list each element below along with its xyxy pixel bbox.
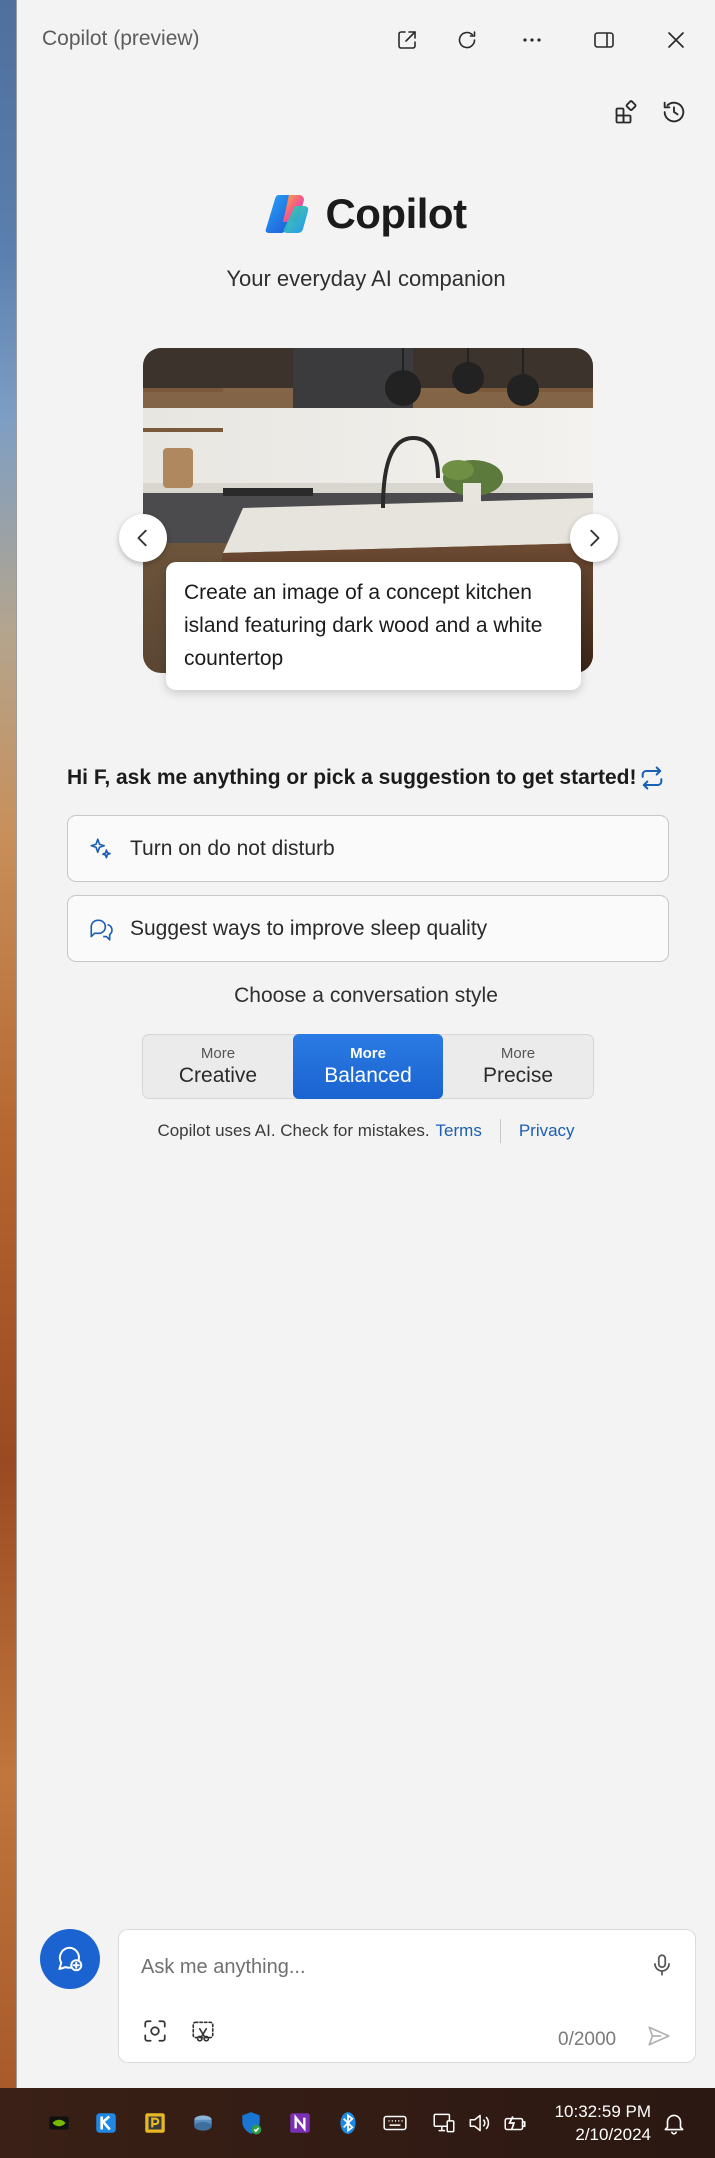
onenote-tray-button[interactable] <box>283 2106 317 2140</box>
refresh-button[interactable] <box>447 20 487 60</box>
p-app-tray-button[interactable] <box>138 2106 172 2140</box>
window-title: Copilot (preview) <box>42 27 200 50</box>
network-icon <box>433 2113 455 2133</box>
more-options-icon <box>523 38 541 42</box>
visual-search-button[interactable] <box>137 2013 173 2049</box>
keyboard-tray-button[interactable] <box>378 2106 412 2140</box>
nvidia-icon <box>49 2116 69 2130</box>
close-icon <box>668 32 684 48</box>
terms-link[interactable]: Terms <box>436 1121 482 1141</box>
bell-icon <box>664 2114 684 2135</box>
microphone-icon <box>654 1954 670 1976</box>
k-app-icon <box>96 2113 116 2133</box>
conversation-style-heading: Choose a conversation style <box>234 984 498 1007</box>
style-option-large: Precise <box>482 1063 554 1087</box>
disclaimer: Copilot uses AI. Check for mistakes. Ter… <box>17 1119 715 1143</box>
refresh-suggestions-icon <box>641 766 663 790</box>
open-in-new-window-icon <box>398 31 416 49</box>
carousel-prev-button[interactable] <box>119 514 167 562</box>
chat-input[interactable] <box>141 1950 621 1984</box>
conversation-style-selector: More Creative More Balanced More Precise <box>142 1034 594 1099</box>
copilot-pane: Copilot (preview) Copilot Your everyday … <box>17 0 715 2088</box>
refresh-suggestions-button[interactable] <box>634 760 670 796</box>
dock-sidebar-icon <box>594 32 614 48</box>
p-app-icon <box>145 2113 165 2133</box>
style-balanced-button[interactable]: More Balanced <box>293 1034 443 1099</box>
brand-name: Copilot <box>325 190 467 237</box>
style-precise-button[interactable]: More Precise <box>443 1035 593 1098</box>
carousel-next-button[interactable] <box>570 514 618 562</box>
volume-tray-button[interactable] <box>462 2106 496 2140</box>
send-button[interactable] <box>641 2018 677 2054</box>
style-option-small: More <box>500 1044 536 1062</box>
refresh-icon <box>458 31 476 49</box>
battery-icon <box>504 2116 526 2131</box>
suggestion-chip[interactable]: Suggest ways to improve sleep quality <box>67 895 669 962</box>
network-tray-button[interactable] <box>427 2106 461 2140</box>
carousel-caption[interactable]: Create an image of a concept kitchen isl… <box>166 562 581 690</box>
image-search-icon <box>144 2020 166 2042</box>
network-drive-tray-button[interactable] <box>186 2106 220 2140</box>
divider <box>499 1119 501 1143</box>
character-counter: 0/2000 <box>558 2029 617 2050</box>
bluetooth-tray-button[interactable] <box>331 2106 365 2140</box>
style-option-large: Creative <box>178 1063 258 1087</box>
onenote-icon <box>290 2113 310 2133</box>
clock-time: 10:32:59 PM <box>554 2102 651 2121</box>
battery-tray-button[interactable] <box>498 2106 532 2140</box>
k-app-tray-button[interactable] <box>89 2106 123 2140</box>
keyboard-icon <box>383 2115 407 2131</box>
chevron-right-icon <box>590 529 600 547</box>
privacy-link[interactable]: Privacy <box>519 1121 575 1141</box>
copilot-logo-icon <box>266 195 309 233</box>
more-options-button[interactable] <box>512 20 552 60</box>
desktop-wallpaper <box>0 0 17 2088</box>
bluetooth-icon <box>340 2112 356 2134</box>
new-topic-button[interactable] <box>40 1929 100 1989</box>
disclaimer-text: Copilot uses AI. Check for mistakes. <box>157 1121 430 1140</box>
suggestion-label: Turn on do not disturb <box>130 836 335 860</box>
style-option-large: Balanced <box>324 1063 412 1087</box>
shield-check-icon <box>242 2112 262 2135</box>
chevron-left-icon <box>137 529 147 547</box>
screenshot-button[interactable] <box>185 2013 221 2049</box>
nvidia-tray-button[interactable] <box>42 2106 76 2140</box>
greeting-text: Hi F, ask me anything or pick a suggesti… <box>67 766 637 789</box>
plugins-button[interactable] <box>607 92 647 132</box>
clock-date: 2/10/2024 <box>575 2125 651 2144</box>
chat-bubbles-icon <box>90 919 113 941</box>
security-tray-button[interactable] <box>234 2106 268 2140</box>
new-topic-icon <box>58 1946 83 1972</box>
plugins-icon <box>615 100 637 124</box>
send-icon <box>648 2026 670 2046</box>
tagline: Your everyday AI companion <box>226 266 506 291</box>
history-icon <box>663 101 685 123</box>
suggestion-chip[interactable]: Turn on do not disturb <box>67 815 669 882</box>
style-option-small: More <box>350 1044 386 1062</box>
snip-icon <box>192 2021 214 2042</box>
chat-composer: 0/2000 <box>118 1929 696 2063</box>
history-button[interactable] <box>654 92 694 132</box>
brand-header: Copilot <box>17 190 715 238</box>
taskbar-clock[interactable]: 10:32:59 PM 2/10/2024 <box>545 2100 651 2146</box>
style-creative-button[interactable]: More Creative <box>143 1035 293 1098</box>
volume-icon <box>469 2114 490 2132</box>
notifications-tray-button[interactable] <box>657 2106 691 2140</box>
sparkle-icon <box>90 837 111 858</box>
network-drive-icon <box>194 2115 212 2131</box>
taskbar: 10:32:59 PM 2/10/2024 <box>0 2088 715 2158</box>
dock-sidebar-button[interactable] <box>584 20 624 60</box>
title-bar: Copilot (preview) <box>17 0 715 78</box>
microphone-button[interactable] <box>644 1947 680 1983</box>
open-in-new-window-button[interactable] <box>387 20 427 60</box>
close-button[interactable] <box>656 20 696 60</box>
suggestion-label: Suggest ways to improve sleep quality <box>130 916 488 940</box>
style-option-small: More <box>200 1044 236 1062</box>
